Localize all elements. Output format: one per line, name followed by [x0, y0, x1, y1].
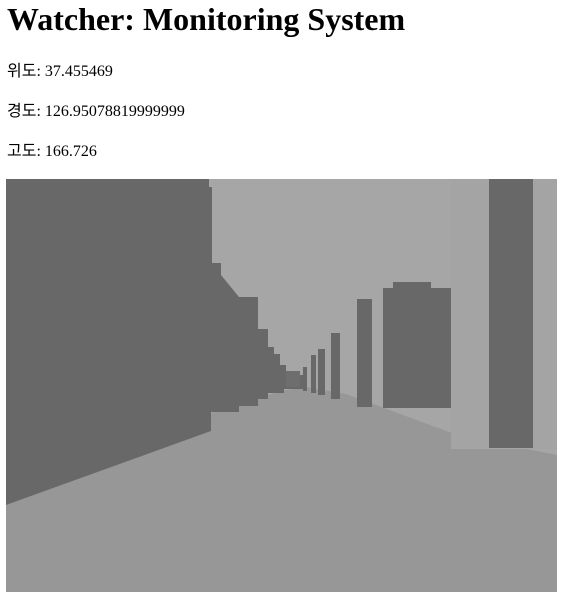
longitude-label: 경도: [7, 103, 41, 120]
page-title: Watcher: Monitoring System [7, 1, 406, 37]
longitude-readout: 경도: 126.95078819999999 [7, 102, 185, 122]
street-view-scene [6, 179, 557, 592]
altitude-label: 고도: [7, 143, 41, 160]
street-view-canvas[interactable] [6, 179, 557, 592]
tower-5 [303, 367, 307, 391]
latitude-label: 위도: [7, 63, 41, 80]
tower-4 [311, 355, 316, 393]
latitude-readout: 위도: 37.455469 [7, 62, 113, 82]
altitude-readout: 고도: 166.726 [7, 142, 97, 162]
tower-1 [357, 299, 372, 407]
longitude-value: 126.95078819999999 [44, 103, 185, 120]
altitude-value: 166.726 [44, 143, 97, 160]
right-building-dark-face [489, 179, 533, 448]
tower-3 [318, 349, 325, 395]
far-block [286, 371, 300, 387]
latitude-value: 37.455469 [44, 63, 113, 80]
right-building-far-block-top [393, 282, 431, 290]
right-building-far-block [383, 288, 451, 408]
tower-2 [331, 333, 340, 399]
